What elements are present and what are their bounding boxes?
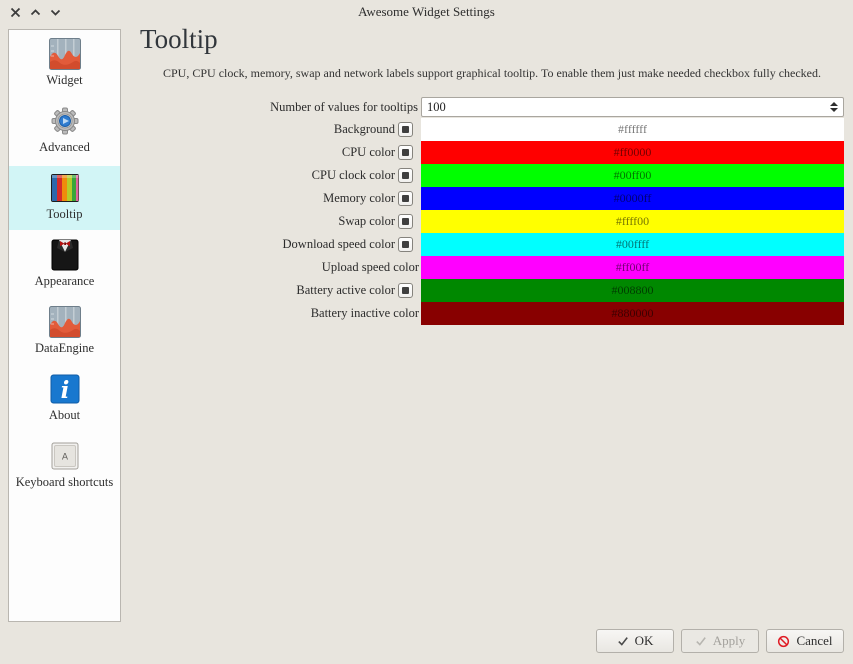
titlebar: Awesome Widget Settings (0, 0, 853, 26)
apply-button[interactable]: Apply (681, 629, 759, 653)
checkbox-cpu-color[interactable] (398, 145, 413, 160)
checkbox-partial-mark (402, 241, 409, 248)
checkbox-partial-mark (402, 172, 409, 179)
color-hex-value: #880000 (612, 306, 654, 321)
checkbox-background[interactable] (398, 122, 413, 137)
checkbox-partial-mark (402, 287, 409, 294)
row-memory-color: Memory color #0000ff (140, 187, 844, 210)
row-cpu-clock-color: CPU clock color #00ff00 (140, 164, 844, 187)
monitor-chart-icon (49, 306, 81, 338)
color-hex-value: #ff0000 (614, 145, 652, 160)
color-button-memory-color[interactable]: #0000ff (421, 187, 844, 210)
values-spinner-input[interactable] (422, 99, 828, 117)
values-spinner-row: Number of values for tooltips (140, 97, 844, 117)
sidebar-item-dataengine[interactable]: DataEngine (9, 300, 120, 364)
window-title: Awesome Widget Settings (0, 4, 853, 20)
color-hex-value: #0000ff (614, 191, 652, 206)
color-button-swap-color[interactable]: #ffff00 (421, 210, 844, 233)
page-title: Tooltip (140, 25, 218, 55)
sidebar-item-keyboard-shortcuts[interactable]: A Keyboard shortcuts (9, 434, 120, 498)
values-spinner[interactable] (421, 97, 844, 117)
color-hex-value: #ffff00 (616, 214, 649, 229)
button-label: OK (635, 633, 654, 649)
ok-button[interactable]: OK (596, 629, 674, 653)
color-stripes-icon (49, 172, 81, 204)
button-label: Apply (713, 633, 746, 649)
gear-icon (49, 105, 81, 137)
color-button-download-speed-color[interactable]: #00ffff (421, 233, 844, 256)
row-label: Memory color (140, 191, 397, 206)
checkbox-memory-color[interactable] (398, 191, 413, 206)
color-button-upload-speed-color[interactable]: #ff00ff (421, 256, 844, 279)
sidebar-item-widget[interactable]: Widget (9, 32, 120, 96)
row-background: Background #ffffff (140, 118, 844, 141)
checkbox-partial-mark (402, 149, 409, 156)
row-battery-active-color: Battery active color #008800 (140, 279, 844, 302)
row-upload-speed-color: Upload speed color #ff00ff (140, 256, 844, 279)
color-button-battery-inactive-color[interactable]: #880000 (421, 302, 844, 325)
sidebar-item-label: Widget (46, 73, 82, 88)
check-icon (617, 635, 629, 647)
monitor-chart-icon (49, 38, 81, 70)
color-hex-value: #ff00ff (616, 260, 650, 275)
checkbox-cpu-clock-color[interactable] (398, 168, 413, 183)
values-spinner-label: Number of values for tooltips (140, 100, 421, 115)
checkbox-partial-mark (402, 195, 409, 202)
color-hex-value: #008800 (612, 283, 654, 298)
color-button-battery-active-color[interactable]: #008800 (421, 279, 844, 302)
color-rows: Background #ffffff CPU color #ff0000 CPU clo… (140, 118, 844, 325)
cancel-button[interactable]: Cancel (766, 629, 844, 653)
checkbox-swap-color[interactable] (398, 214, 413, 229)
sidebar-item-advanced[interactable]: Advanced (9, 99, 120, 163)
description-text: CPU, CPU clock, memory, swap and network… (141, 66, 843, 82)
sidebar-item-label: Keyboard shortcuts (16, 475, 114, 490)
svg-text:i: i (60, 377, 69, 404)
cancel-icon (777, 635, 790, 648)
color-button-cpu-clock-color[interactable]: #00ff00 (421, 164, 844, 187)
sidebar-item-label: Tooltip (47, 207, 83, 222)
row-label: Swap color (140, 214, 397, 229)
color-button-background[interactable]: #ffffff (421, 118, 844, 141)
checkbox-partial-mark (402, 126, 409, 133)
row-download-speed-color: Download speed color #00ffff (140, 233, 844, 256)
sidebar-item-label: About (49, 408, 80, 423)
sidebar: Widget Advanced Tooltip Appearance DataEngin… (8, 29, 121, 622)
tuxedo-icon (49, 239, 81, 271)
sidebar-item-label: Appearance (35, 274, 95, 289)
button-label: Cancel (796, 633, 832, 649)
row-swap-color: Swap color #ffff00 (140, 210, 844, 233)
sidebar-item-label: DataEngine (35, 341, 94, 356)
keyboard-key-icon: A (49, 440, 81, 472)
row-label: CPU clock color (140, 168, 397, 183)
row-battery-inactive-color: Battery inactive color #880000 (140, 302, 844, 325)
color-hex-value: #00ffff (616, 237, 649, 252)
row-label: Battery active color (140, 283, 397, 298)
info-icon: i (49, 373, 81, 405)
row-label: Battery inactive color (140, 306, 421, 321)
sidebar-item-appearance[interactable]: Appearance (9, 233, 120, 297)
color-hex-value: #ffffff (618, 122, 647, 137)
checkbox-battery-active-color[interactable] (398, 283, 413, 298)
dialog-footer: OK Apply Cancel (596, 629, 844, 653)
row-label: Upload speed color (140, 260, 421, 275)
row-label: Background (140, 122, 397, 137)
color-hex-value: #00ff00 (614, 168, 652, 183)
checkbox-download-speed-color[interactable] (398, 237, 413, 252)
sidebar-item-label: Advanced (39, 140, 90, 155)
spinner-arrows-icon[interactable] (830, 102, 838, 112)
sidebar-item-tooltip[interactable]: Tooltip (9, 166, 120, 230)
row-cpu-color: CPU color #ff0000 (140, 141, 844, 164)
row-label: CPU color (140, 145, 397, 160)
color-button-cpu-color[interactable]: #ff0000 (421, 141, 844, 164)
sidebar-item-about[interactable]: i About (9, 367, 120, 431)
svg-text:A: A (61, 453, 68, 463)
row-label: Download speed color (140, 237, 397, 252)
checkbox-partial-mark (402, 218, 409, 225)
check-icon (695, 635, 707, 647)
